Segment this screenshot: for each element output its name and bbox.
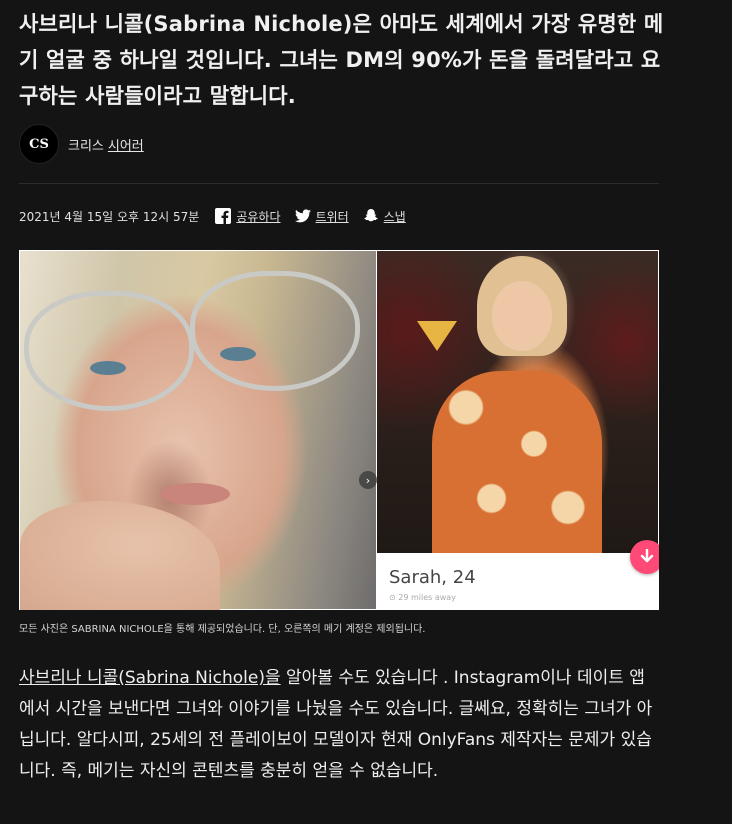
photo-caption: 모든 사진은 SABRINA NICHOLE을 통해 제공되었습니다. 단, 오… — [19, 624, 426, 635]
article-photo: › Sarah, 24 ⊙ 29 miles away — [19, 250, 659, 610]
author-avatar[interactable]: CS — [19, 124, 59, 164]
article-headline: 사브리나 니콜(Sabrina Nichole)은 아마도 세계에서 가장 유명… — [19, 12, 664, 108]
article-meta: 2021년 4월 15일 오후 12시 57분 공유하다 트위터 스냅 — [19, 206, 420, 226]
author-name[interactable]: 크리스 시어러 — [68, 135, 144, 154]
profile-face — [492, 281, 552, 351]
photo-dating-profile: Sarah, 24 ⊙ 29 miles away — [377, 251, 659, 609]
byline: CS 크리스 시어러 — [19, 124, 144, 164]
profile-distance: ⊙ 29 miles away — [389, 593, 456, 602]
snapchat-icon — [363, 208, 379, 224]
share-snapchat-label: 스냅 — [383, 209, 406, 224]
profile-photo — [377, 251, 658, 553]
photo-glasses-left — [24, 291, 194, 411]
author-last-name-link[interactable]: 시어러 — [108, 139, 144, 154]
share-snapchat-button[interactable]: 스냅 — [363, 208, 406, 225]
article-page: 사브리나 니콜(Sabrina Nichole)은 아마도 세계에서 가장 유명… — [0, 0, 732, 824]
profile-distance-text: 29 miles away — [398, 593, 456, 602]
share-facebook-button[interactable]: 공유하다 — [215, 208, 281, 225]
photo-selfie: › — [20, 251, 377, 610]
article-body-paragraph: 사브리나 니콜(Sabrina Nichole)을 알아볼 수도 있습니다 . … — [19, 663, 659, 787]
photo-lips — [160, 483, 230, 505]
publish-date: 2021년 4월 15일 오후 12시 57분 — [19, 209, 200, 224]
sabrina-nichole-link[interactable]: 사브리나 니콜(Sabrina Nichole)을 — [19, 668, 281, 688]
author-first-name: 크리스 — [68, 138, 104, 154]
photo-hand — [20, 501, 220, 610]
share-twitter-label: 트위터 — [315, 209, 349, 224]
share-twitter-button[interactable]: 트위터 — [294, 208, 349, 225]
profile-name: Sarah, 24 — [389, 567, 476, 588]
cocktail-glass — [417, 321, 457, 351]
arrow-down-icon[interactable] — [630, 540, 659, 574]
profile-dress — [432, 371, 602, 553]
twitter-icon — [294, 208, 311, 224]
divider — [19, 183, 659, 184]
facebook-icon — [215, 208, 232, 224]
photo-glasses-right — [190, 271, 360, 391]
share-facebook-label: 공유하다 — [236, 209, 281, 224]
chevron-right-icon[interactable]: › — [359, 471, 377, 489]
